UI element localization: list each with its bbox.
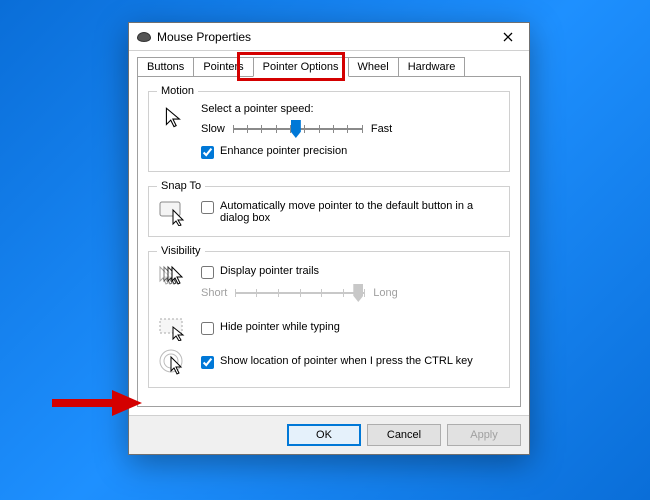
speed-slider[interactable]: [233, 119, 363, 139]
tab-pointers[interactable]: Pointers: [193, 57, 253, 77]
pointer-trails-icon: [158, 265, 190, 291]
snap-to-label: Automatically move pointer to the defaul…: [220, 200, 501, 224]
dialog-button-bar: OK Cancel Apply: [129, 415, 529, 454]
tab-buttons[interactable]: Buttons: [137, 57, 194, 77]
close-icon: [503, 32, 513, 42]
tab-hardware[interactable]: Hardware: [398, 57, 466, 77]
pointer-trails-input[interactable]: [201, 266, 214, 279]
show-ctrl-location-input[interactable]: [201, 356, 214, 369]
hide-while-typing-icon: [159, 317, 189, 341]
enhance-precision-label: Enhance pointer precision: [220, 145, 347, 157]
titlebar[interactable]: Mouse Properties: [129, 23, 529, 51]
snap-to-input[interactable]: [201, 201, 214, 214]
snap-to-checkbox[interactable]: Automatically move pointer to the defaul…: [201, 200, 501, 224]
speed-fast-label: Fast: [371, 123, 392, 135]
tab-panel: Motion Select a pointer speed: Slow: [137, 76, 521, 407]
ok-button[interactable]: OK: [287, 424, 361, 446]
speed-slow-label: Slow: [201, 123, 225, 135]
tab-wheel[interactable]: Wheel: [348, 57, 399, 77]
trails-long-label: Long: [373, 287, 397, 299]
cursor-motion-icon: [161, 105, 187, 131]
show-ctrl-location-label: Show location of pointer when I press th…: [220, 355, 473, 367]
group-snap-legend: Snap To: [157, 180, 205, 192]
tab-strip: Buttons Pointers Pointer Options Wheel H…: [137, 57, 521, 77]
group-visibility-legend: Visibility: [157, 245, 205, 257]
tab-pointer-options[interactable]: Pointer Options: [253, 57, 349, 77]
mouse-properties-dialog: Mouse Properties Buttons Pointers Pointe…: [128, 22, 530, 455]
pointer-trails-checkbox[interactable]: Display pointer trails: [201, 265, 501, 279]
group-motion-legend: Motion: [157, 85, 198, 97]
annotation-arrow: [52, 388, 142, 418]
enhance-precision-input[interactable]: [201, 146, 214, 159]
group-visibility: Visibility Display pointer tr: [148, 245, 510, 388]
group-motion: Motion Select a pointer speed: Slow: [148, 85, 510, 172]
pointer-trails-label: Display pointer trails: [220, 265, 319, 277]
enhance-precision-checkbox[interactable]: Enhance pointer precision: [201, 145, 501, 159]
window-title: Mouse Properties: [157, 30, 487, 44]
show-ctrl-location-checkbox[interactable]: Show location of pointer when I press th…: [201, 355, 501, 369]
hide-while-typing-label: Hide pointer while typing: [220, 321, 340, 333]
ctrl-locate-icon: [159, 349, 189, 377]
hide-while-typing-input[interactable]: [201, 322, 214, 335]
cancel-button[interactable]: Cancel: [367, 424, 441, 446]
apply-button: Apply: [447, 424, 521, 446]
snap-to-icon: [159, 200, 189, 226]
mouse-icon: [137, 32, 151, 42]
close-button[interactable]: [487, 23, 529, 51]
trails-short-label: Short: [201, 287, 227, 299]
hide-while-typing-checkbox[interactable]: Hide pointer while typing: [201, 321, 501, 335]
trails-slider: [235, 283, 365, 303]
group-snap-to: Snap To Automatically move pointer to th…: [148, 180, 510, 237]
speed-label: Select a pointer speed:: [201, 103, 501, 115]
